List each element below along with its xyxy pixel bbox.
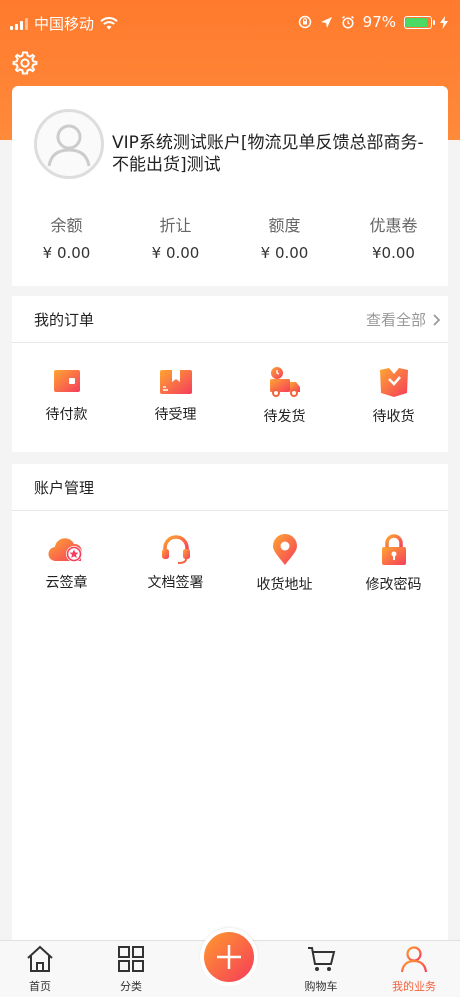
wifi-icon [100, 17, 118, 30]
account-section: 账户管理 云签章 文档签署 收货地址 修改密码 [12, 464, 448, 940]
truck-icon [269, 367, 300, 397]
default-user-icon [47, 124, 91, 167]
shipping-address-item[interactable]: 收货地址 [230, 534, 339, 594]
add-button[interactable] [204, 932, 254, 982]
account-item-label: 文档签署 [147, 575, 204, 591]
stat-label: 优惠卷 [369, 216, 418, 235]
order-status-grid: 待付款 待受理 待发货 待收货 [12, 366, 448, 426]
stat-label: 折让 [159, 216, 192, 235]
stat-label: 余额 [50, 216, 83, 235]
profile-card: VIP系统测试账户[物流见单反馈总部商务-不能出货]测试 余额 ¥ 0.00 折… [12, 86, 448, 286]
order-pending-acceptance[interactable]: 待受理 [121, 366, 230, 426]
stat-value: ¥0.00 [372, 244, 415, 262]
account-item-label: 收货地址 [256, 577, 313, 593]
plus-icon [217, 945, 241, 969]
home-icon [27, 945, 53, 972]
stat-coupon[interactable]: 优惠卷 ¥0.00 [339, 212, 448, 262]
nav-label: 购物车 [304, 980, 338, 993]
orders-title: 我的订单 [34, 311, 95, 329]
account-header: 账户管理 [12, 464, 448, 511]
stat-label: 额度 [268, 216, 301, 235]
order-status-label: 待受理 [154, 407, 197, 423]
cart-icon [308, 947, 336, 971]
account-management-grid: 云签章 文档签署 收货地址 修改密码 [12, 534, 448, 594]
nav-my-business[interactable]: 我的业务 [379, 945, 449, 994]
account-title: 账户管理 [34, 479, 95, 497]
chevron-right-icon [433, 313, 440, 326]
carrier-name: 中国移动 [34, 15, 95, 33]
settings-gear-icon[interactable] [12, 50, 38, 76]
nav-home[interactable]: 首页 [5, 945, 75, 994]
document-signing-item[interactable]: 文档签署 [121, 534, 230, 594]
cloud-seal-icon [47, 538, 82, 562]
orientation-lock-icon [298, 15, 311, 29]
location-pin-icon [272, 534, 297, 565]
account-item-label: 云签章 [45, 575, 88, 591]
order-pending-payment[interactable]: 待付款 [12, 366, 121, 426]
orders-header: 我的订单 查看全部 [12, 296, 448, 343]
orders-section: 我的订单 查看全部 待付款 待受理 待发货 待收货 [12, 296, 448, 452]
change-password-item[interactable]: 修改密码 [339, 534, 448, 594]
view-all-orders-link[interactable]: 查看全部 [366, 309, 440, 330]
charging-icon [440, 15, 448, 29]
nav-label: 分类 [120, 980, 142, 993]
lock-icon [381, 534, 406, 565]
stat-value: ¥ 0.00 [151, 244, 200, 262]
order-status-label: 待收货 [372, 409, 415, 425]
battery-percent: 97% [362, 13, 396, 31]
nav-category[interactable]: 分类 [96, 945, 166, 994]
location-arrow-icon [320, 16, 332, 28]
stat-discount[interactable]: 折让 ¥ 0.00 [121, 212, 230, 262]
nav-label: 首页 [29, 980, 51, 993]
account-name: VIP系统测试账户[物流见单反馈总部商务-不能出货]测试 [112, 133, 424, 175]
headset-icon [161, 535, 190, 564]
user-icon [400, 946, 428, 973]
stat-value: ¥ 0.00 [42, 244, 91, 262]
stat-value: ¥ 0.00 [260, 244, 309, 262]
add-button-ring [200, 928, 258, 986]
order-pending-shipment[interactable]: 待发货 [230, 366, 339, 426]
cloud-seal-item[interactable]: 云签章 [12, 534, 121, 594]
package-icon [159, 370, 192, 394]
view-all-label: 查看全部 [365, 311, 426, 329]
avatar[interactable] [34, 109, 104, 179]
receive-box-icon [379, 368, 408, 397]
signal-icon [10, 17, 28, 30]
order-status-label: 待付款 [45, 407, 88, 423]
grid-icon [118, 946, 144, 972]
status-bar: 中国移动 97% [0, 0, 460, 44]
alarm-icon [341, 15, 354, 29]
nav-cart[interactable]: 购物车 [286, 945, 356, 994]
nav-label: 我的业务 [392, 980, 436, 993]
order-status-label: 待发货 [263, 409, 306, 425]
battery-icon [404, 15, 435, 29]
account-item-label: 修改密码 [365, 577, 422, 593]
stat-balance[interactable]: 余额 ¥ 0.00 [12, 212, 121, 262]
stat-credit-limit[interactable]: 额度 ¥ 0.00 [230, 212, 339, 262]
wallet-icon [53, 370, 80, 392]
order-pending-receipt[interactable]: 待收货 [339, 366, 448, 426]
account-stats: 余额 ¥ 0.00 折让 ¥ 0.00 额度 ¥ 0.00 优惠卷 ¥0.00 [12, 212, 448, 262]
